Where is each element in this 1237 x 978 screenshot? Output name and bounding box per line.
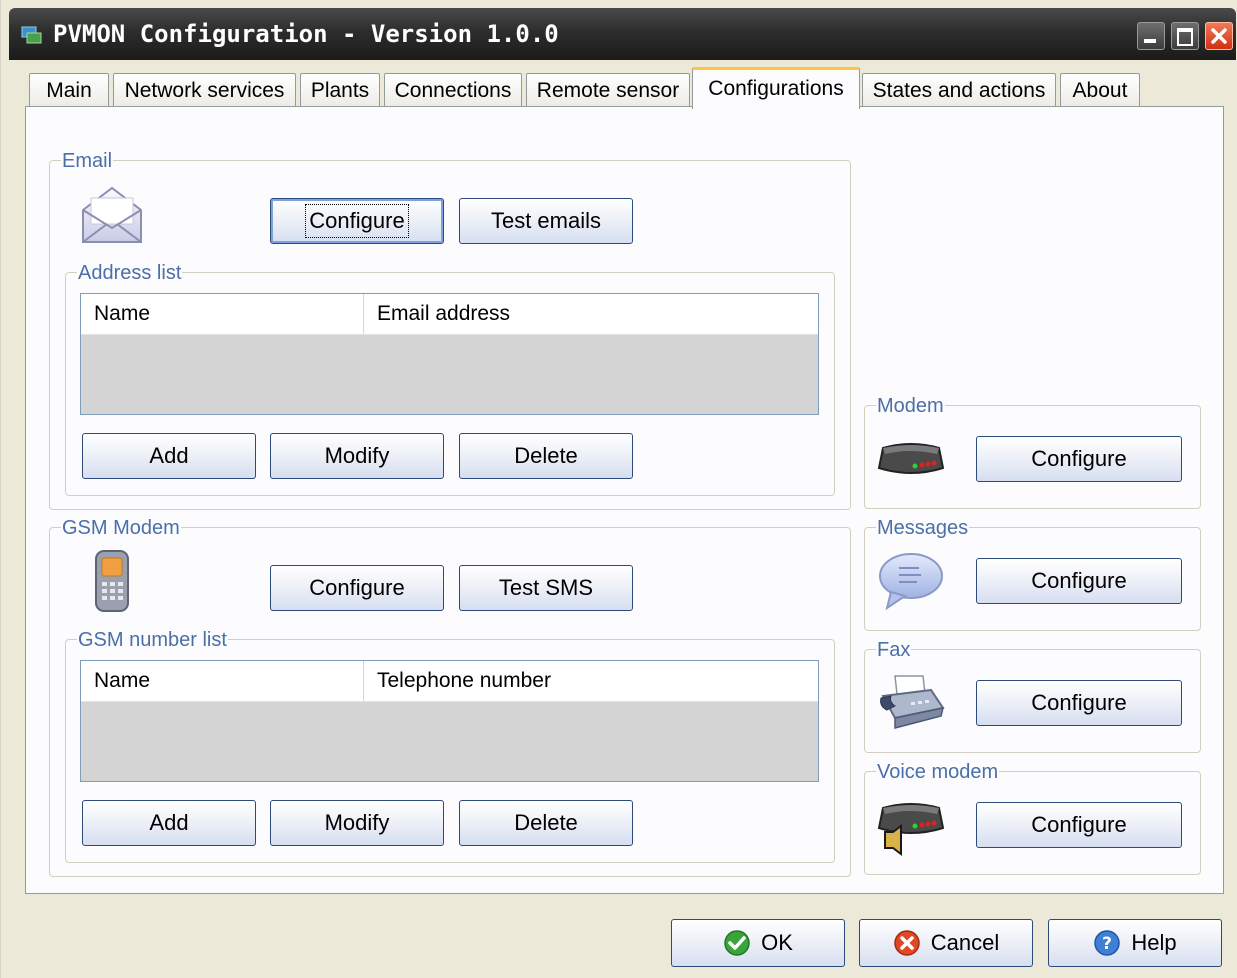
gsm-add-button[interactable]: Add — [82, 800, 256, 846]
speech-bubble-icon — [879, 553, 943, 611]
modem-legend: Modem — [876, 395, 945, 417]
test-sms-button[interactable]: Test SMS — [459, 565, 633, 611]
column-email-address[interactable]: Email address — [363, 294, 818, 334]
tab-about[interactable]: About — [1060, 73, 1140, 107]
voice-modem-configure-button[interactable]: Configure — [976, 802, 1182, 848]
envelope-icon — [82, 186, 142, 243]
tab-plants[interactable]: Plants — [300, 73, 380, 107]
fax-configure-button[interactable]: Configure — [976, 680, 1182, 726]
help-label: Help — [1131, 930, 1177, 955]
maximize-button[interactable] — [1171, 22, 1199, 50]
gsm-configure-button[interactable]: Configure — [270, 565, 444, 611]
modem-icon — [877, 443, 945, 474]
gsm-number-list-header: Name Telephone number — [81, 661, 818, 702]
email-configure-button[interactable]: Configure — [270, 198, 444, 244]
modem-configure-button[interactable]: Configure — [976, 436, 1182, 482]
title-bar[interactable]: PVMON Configuration - Version 1.0.0 — [9, 8, 1236, 60]
close-button[interactable] — [1205, 22, 1233, 50]
email-modify-button[interactable]: Modify — [270, 433, 444, 479]
voice-modem-legend: Voice modem — [876, 761, 1000, 783]
address-list-legend: Address list — [77, 262, 183, 284]
tab-configurations[interactable]: Configurations — [692, 67, 860, 109]
gsm-number-list-legend: GSM number list — [77, 629, 228, 651]
email-configure-label: Configure — [305, 204, 409, 238]
minimize-button[interactable] — [1137, 22, 1165, 50]
tab-network-services[interactable]: Network services — [113, 73, 296, 107]
cancel-label: Cancel — [930, 930, 1000, 955]
voice-modem-icon — [877, 803, 945, 856]
app-window: PVMON Configuration - Version 1.0.0 Main… — [0, 0, 1237, 978]
check-icon — [724, 930, 750, 956]
ok-button[interactable]: OK — [671, 919, 845, 967]
cancel-button[interactable]: Cancel — [859, 919, 1033, 967]
column-name[interactable]: Name — [81, 661, 363, 701]
gsm-modem-legend: GSM Modem — [61, 517, 181, 539]
window-title: PVMON Configuration - Version 1.0.0 — [53, 20, 559, 48]
messages-legend: Messages — [876, 517, 970, 539]
fax-icon — [880, 675, 945, 729]
tab-remote-sensor[interactable]: Remote sensor — [526, 73, 690, 107]
fax-legend: Fax — [876, 639, 912, 661]
address-list-header: Name Email address — [81, 294, 818, 335]
column-name[interactable]: Name — [81, 294, 363, 334]
help-button[interactable]: ? Help — [1048, 919, 1222, 967]
tab-states-and-actions[interactable]: States and actions — [862, 73, 1056, 107]
messages-configure-button[interactable]: Configure — [976, 558, 1182, 604]
email-delete-button[interactable]: Delete — [459, 433, 633, 479]
tab-main[interactable]: Main — [29, 73, 109, 107]
close-icon — [1211, 28, 1227, 44]
mobile-phone-icon — [95, 550, 129, 612]
gsm-delete-button[interactable]: Delete — [459, 800, 633, 846]
help-icon: ? — [1094, 930, 1121, 956]
app-icon — [21, 26, 42, 44]
gsm-number-list[interactable]: Name Telephone number — [80, 660, 819, 782]
svg-text:?: ? — [1102, 934, 1112, 954]
column-telephone-number[interactable]: Telephone number — [363, 661, 818, 701]
test-emails-button[interactable]: Test emails — [459, 198, 633, 244]
email-legend: Email — [61, 150, 114, 172]
gsm-modify-button[interactable]: Modify — [270, 800, 444, 846]
tab-connections[interactable]: Connections — [384, 73, 522, 107]
cancel-icon — [894, 930, 920, 956]
email-add-button[interactable]: Add — [82, 433, 256, 479]
address-list[interactable]: Name Email address — [80, 293, 819, 415]
ok-label: OK — [761, 930, 793, 955]
